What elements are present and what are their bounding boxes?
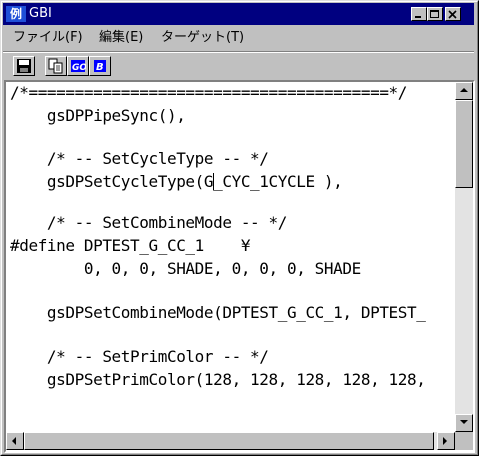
code-text: _CYC_1CYCLE ), [213,172,343,191]
menu-edit[interactable]: 編集(E) [99,30,143,46]
title-bar[interactable]: 例 GBI [3,3,474,25]
save-button[interactable] [13,56,35,76]
toolbar: GO B [3,53,474,79]
arrow-right-icon [443,437,447,445]
scroll-left-button[interactable] [6,432,24,450]
arrow-up-icon [460,88,468,92]
maximize-icon [430,10,439,18]
code-line: /* -- SetCombineMode -- */ [10,213,287,232]
code-editor[interactable]: /*======================================… [4,80,475,453]
build-icon: GO [71,60,86,73]
code-area[interactable]: /*======================================… [8,82,455,430]
vertical-scroll-thumb[interactable] [455,100,473,188]
code-line: /*======================================… [10,83,408,102]
close-icon [448,10,457,19]
svg-text:B: B [96,62,104,73]
menu-file[interactable]: ファイル(F) [13,30,83,46]
minimize-icon [415,16,421,18]
code-line: #define DPTEST_G_CC_1 ¥ [10,236,251,255]
arrow-left-icon [12,437,16,445]
horizontal-scroll-thumb[interactable] [24,432,434,450]
code-line: /* -- SetPrimColor -- */ [10,347,269,366]
app-window: 例 GBI ファイル(F) 編集(E) ターゲット(T) GO B /*====… [0,0,479,456]
build-button[interactable]: GO [67,56,89,76]
code-line: /* -- SetCycleType -- */ [10,149,269,168]
copy-button[interactable] [45,56,67,76]
code-line: 0, 0, 0, SHADE, 0, 0, 0, SHADE [10,259,361,278]
code-line: gsDPSetPrimColor(128, 128, 128, 128, 128… [10,370,426,389]
scroll-up-button[interactable] [455,82,473,100]
code-text: gsDPSetCycleType(G [10,172,214,191]
scroll-right-button[interactable] [437,432,455,450]
code-line: gsDPSetCombineMode(DPTEST_G_CC_1, DPTEST… [10,303,426,322]
menu-bar: ファイル(F) 編集(E) ターゲット(T) [3,26,474,50]
save-icon [17,59,31,73]
vertical-scrollbar[interactable] [455,82,473,432]
scrollbar-corner [455,432,473,450]
arrow-down-icon [460,420,468,424]
horizontal-scrollbar[interactable] [6,432,455,450]
run-button[interactable]: B [89,56,111,76]
svg-text:GO: GO [72,63,86,73]
copy-icon [48,58,63,74]
code-line-with-caret: gsDPSetCycleType(G_CYC_1CYCLE ), [10,171,343,192]
maximize-button[interactable] [427,7,443,21]
window-title: GBI [29,6,52,21]
scroll-down-button[interactable] [455,414,473,432]
code-line: gsDPPipeSync(), [10,106,186,125]
app-icon[interactable]: 例 [6,6,26,22]
close-button[interactable] [445,7,461,21]
menu-target[interactable]: ターゲット(T) [161,30,244,46]
minimize-button[interactable] [411,7,427,21]
run-icon: B [94,60,106,73]
